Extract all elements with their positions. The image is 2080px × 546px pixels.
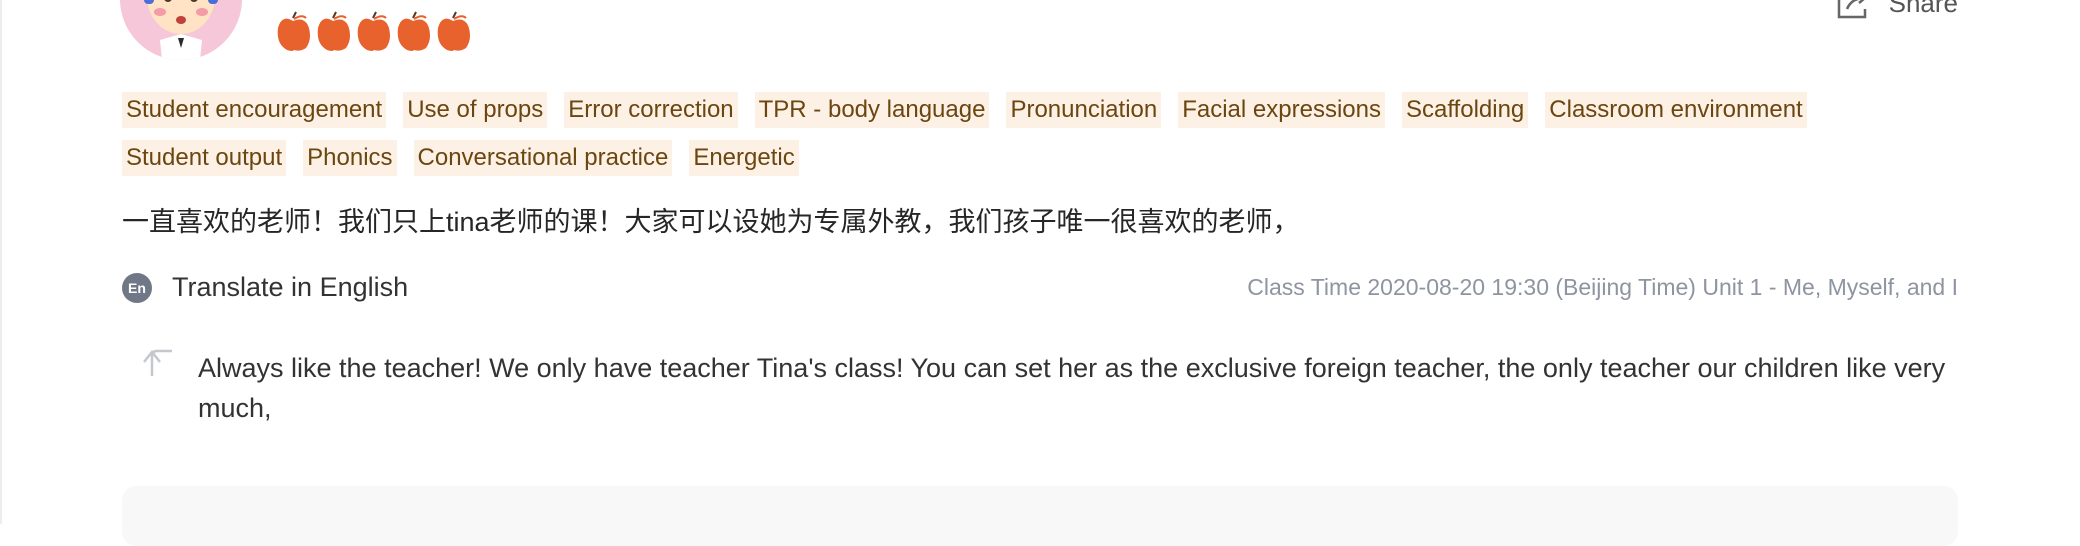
left-border xyxy=(0,0,2,524)
translate-label: Translate in English xyxy=(172,272,409,302)
tag: TPR - body language xyxy=(754,92,990,128)
english-badge-icon: En xyxy=(122,272,152,303)
apple-icon xyxy=(276,10,311,52)
apple-icon xyxy=(356,10,391,52)
tag-list: Student encouragement Use of props Error… xyxy=(122,92,1962,188)
tag: Student output xyxy=(122,140,287,176)
next-section-panel xyxy=(122,486,1958,546)
star-rating xyxy=(276,10,471,52)
class-time-info: Class Time 2020-08-20 19:30 (Beijing Tim… xyxy=(1247,274,1958,300)
cartoon-avatar-icon xyxy=(120,0,242,60)
share-button[interactable]: Share xyxy=(1835,0,1958,19)
share-icon xyxy=(1835,0,1871,19)
apple-icon xyxy=(436,10,471,52)
apple-icon xyxy=(316,10,351,52)
apple-icon xyxy=(396,10,431,52)
tag: Pronunciation xyxy=(1006,92,1162,128)
translate-button[interactable]: En Translate in English xyxy=(122,272,408,303)
tag: Student encouragement xyxy=(122,92,387,128)
tag: Use of props xyxy=(403,92,548,128)
tag: Error correction xyxy=(564,92,738,128)
tag-row: Student output Phonics Conversational pr… xyxy=(122,140,1962,176)
tag: Conversational practice xyxy=(413,140,673,176)
translated-text: Always like the teacher! We only have te… xyxy=(198,353,1946,423)
tag: Energetic xyxy=(689,140,799,176)
avatar[interactable] xyxy=(120,0,242,60)
tag: Scaffolding xyxy=(1401,92,1529,128)
tag: Classroom environment xyxy=(1545,92,1807,128)
review-original-text: 一直喜欢的老师！我们只上tina老师的课！大家可以设她为专属外教，我们孩子唯一很… xyxy=(122,207,1300,237)
share-label: Share xyxy=(1888,0,1958,18)
tag: Phonics xyxy=(303,140,397,176)
tag-row: Student encouragement Use of props Error… xyxy=(122,92,1962,128)
tag: Facial expressions xyxy=(1178,92,1385,128)
reply-arrow-icon xyxy=(140,346,174,378)
